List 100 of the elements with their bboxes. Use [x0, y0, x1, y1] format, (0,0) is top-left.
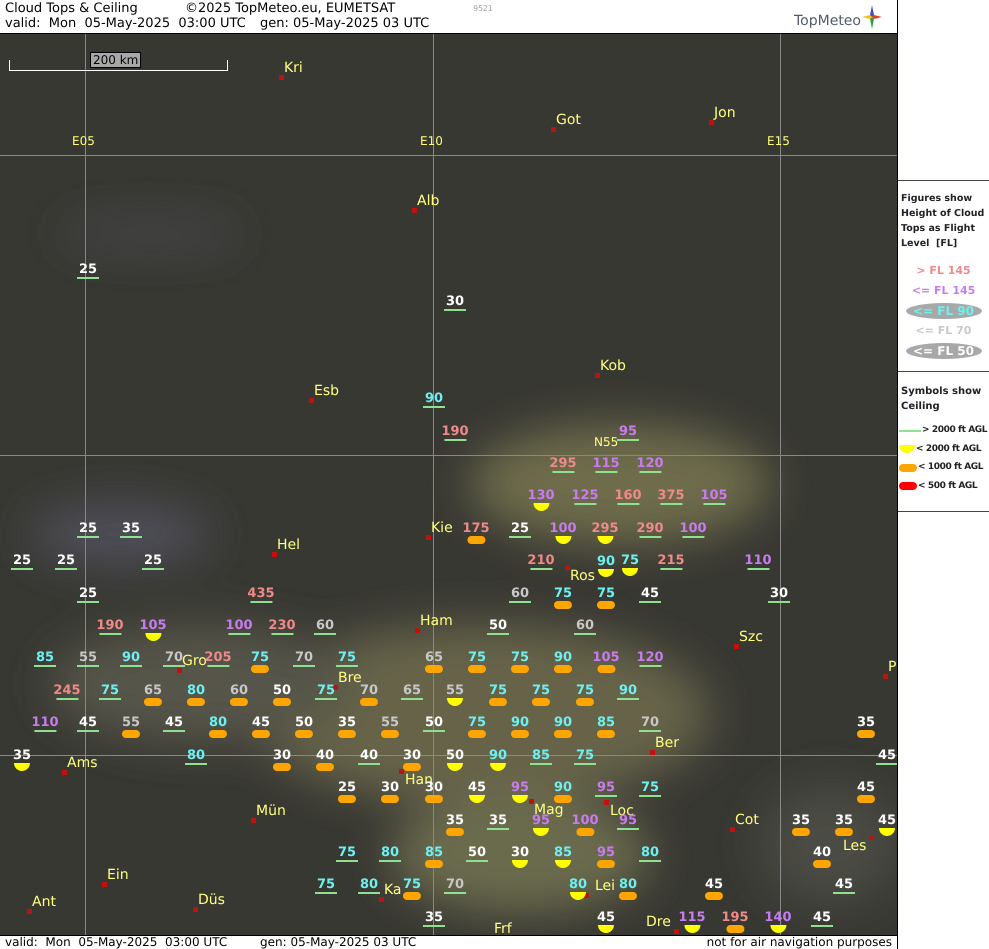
cloud-top-figure: 175 [462, 522, 490, 536]
cloud-top-figure: 40 [812, 846, 832, 860]
cloud-top-figure: 80 [568, 878, 588, 892]
tops-legend-item: <= FL 50 [913, 345, 974, 357]
cloud-top-figure: 95 [596, 846, 616, 860]
city-label: Esb [314, 383, 340, 399]
cloud-top-figure: 70 [164, 651, 184, 665]
cloud-top-figure: 110 [31, 716, 59, 730]
cloud-top-figure: 75 [576, 749, 594, 763]
cloud-top-figure: 75 [338, 651, 356, 665]
cloud-top-figure: 195 [721, 911, 749, 925]
city-label: Hel [277, 537, 300, 553]
tops-legend-item: <= FL 90 [913, 305, 974, 317]
cloud-top-figure: 45 [878, 814, 896, 828]
cloud-top-figure: 75 [554, 587, 572, 601]
cloud-top-figure: 90 [618, 684, 638, 698]
city-label: Cot [735, 812, 759, 828]
tops-legend-item: <= FL 145 [912, 283, 976, 299]
cloud-top-figure: 130 [527, 489, 555, 503]
map-code: 9521 [473, 3, 493, 15]
cloud-top-figure: 25 [56, 554, 76, 568]
cloud-top-figure: 55 [380, 716, 400, 730]
cloud-top-figure: 50 [468, 846, 486, 860]
cloud-top-figure: 30 [272, 749, 292, 763]
cloud-top-figure: 80 [186, 684, 206, 698]
cloud-top-figure: 90 [554, 651, 572, 665]
cloud-top-figure: 35 [446, 814, 464, 828]
cloud-top-figure: 50 [488, 619, 508, 633]
copyright-text: ©2025 TopMeteo.eu, EUMETSAT [185, 1, 396, 16]
cloud-top-figure: 60 [576, 619, 594, 633]
cloud-top-figure: 85 [532, 749, 550, 763]
cloud-top-figure: 125 [571, 489, 599, 503]
cloud-top-figure: 75 [316, 878, 336, 892]
cloud-top-figure: 75 [402, 878, 422, 892]
cloud-top-figure: 45 [704, 878, 724, 892]
cloud-top-figure: 110 [744, 554, 772, 568]
cloud-top-figure: 70 [640, 716, 660, 730]
cloud-top-figure: 85 [554, 846, 572, 860]
cloud-top-figure: 190 [96, 619, 124, 633]
cloud-top-figure: 40 [360, 749, 378, 763]
city-label: Ein [107, 867, 129, 883]
disclaimer-text: not for air navigation purposes [706, 936, 892, 949]
cloud-top-figure: 60 [510, 587, 530, 601]
cloud-top-figure: 75 [468, 716, 486, 730]
city-label: Got [556, 112, 581, 128]
cloud-top-figure: 245 [53, 684, 81, 698]
cloud-top-figure: 90 [424, 392, 444, 406]
cloud-top-figure: 30 [446, 295, 464, 309]
cloud-top-figure: 55 [78, 651, 98, 665]
map-title: Cloud Tops & Ceiling [5, 1, 139, 16]
cloud-top-figure: 35 [834, 814, 854, 828]
cloud-top-figure: 85 [424, 846, 444, 860]
cloud-top-figure: 295 [549, 457, 577, 471]
cloud-top-figure: 100 [549, 522, 577, 536]
cloud-top-figure: 70 [360, 684, 378, 698]
cloud-top-figure: 75 [576, 684, 594, 698]
city-label: Kob [600, 358, 626, 374]
cloud-top-figure: 30 [380, 781, 400, 795]
city-label: Ant [32, 894, 56, 910]
city-label: Ams [67, 755, 98, 771]
cloud-top-figure: 30 [770, 587, 788, 601]
cloud-top-figure: 45 [834, 878, 854, 892]
cloud-top-figure: 60 [316, 619, 334, 633]
city-label: Mün [256, 803, 286, 819]
logo-text: TopMeteo [794, 14, 861, 29]
ceiling-legend-label: < 1000 ft AGL [918, 461, 984, 474]
city-label: Lei [595, 878, 616, 894]
cloud-top-figure: 25 [338, 781, 356, 795]
generated-time: gen: 05-May-2025 03 UTC [260, 936, 416, 949]
cloud-top-figure: 45 [640, 587, 660, 601]
cloud-top-figure: 75 [468, 651, 486, 665]
grid-label: E10 [420, 134, 443, 148]
cloud-top-figure: 95 [618, 425, 638, 439]
cloud-top-figure: 75 [596, 587, 616, 601]
cloud-top-figure: 25 [78, 263, 98, 277]
cloud-top-figure: 75 [316, 684, 336, 698]
cloud-top-figure: 65 [144, 684, 162, 698]
cloud-top-figure: 80 [618, 878, 638, 892]
city-label: Ka [384, 882, 402, 898]
cloud-top-figure: 75 [640, 781, 660, 795]
cloud-top-figure: 50 [294, 716, 314, 730]
city-label: Ros [570, 568, 595, 584]
cloud-top-figure: 100 [225, 619, 253, 633]
cloud-top-figure: 35 [12, 749, 32, 763]
cloud-top-figure: 90 [554, 781, 572, 795]
ceiling-legend-label: < 500 ft AGL [918, 480, 978, 492]
cloud-top-figure: 25 [78, 522, 98, 536]
cloud-top-figure: 30 [510, 846, 530, 860]
cloud-top-figure: 140 [764, 911, 792, 925]
cloud-top-figure: 45 [596, 911, 616, 925]
grid-label: N55 [594, 435, 618, 449]
cloud-top-figure: 210 [527, 554, 555, 568]
city-label: Gro [182, 653, 207, 669]
cloud-top-figure: 85 [36, 651, 54, 665]
cloud-top-figure: 120 [636, 457, 664, 471]
compass-star-icon [862, 5, 882, 29]
cloud-top-figure: 30 [402, 749, 422, 763]
cloud-top-figure: 75 [250, 651, 270, 665]
cloud-top-figure: 75 [510, 651, 530, 665]
city-label: Bre [338, 670, 362, 686]
